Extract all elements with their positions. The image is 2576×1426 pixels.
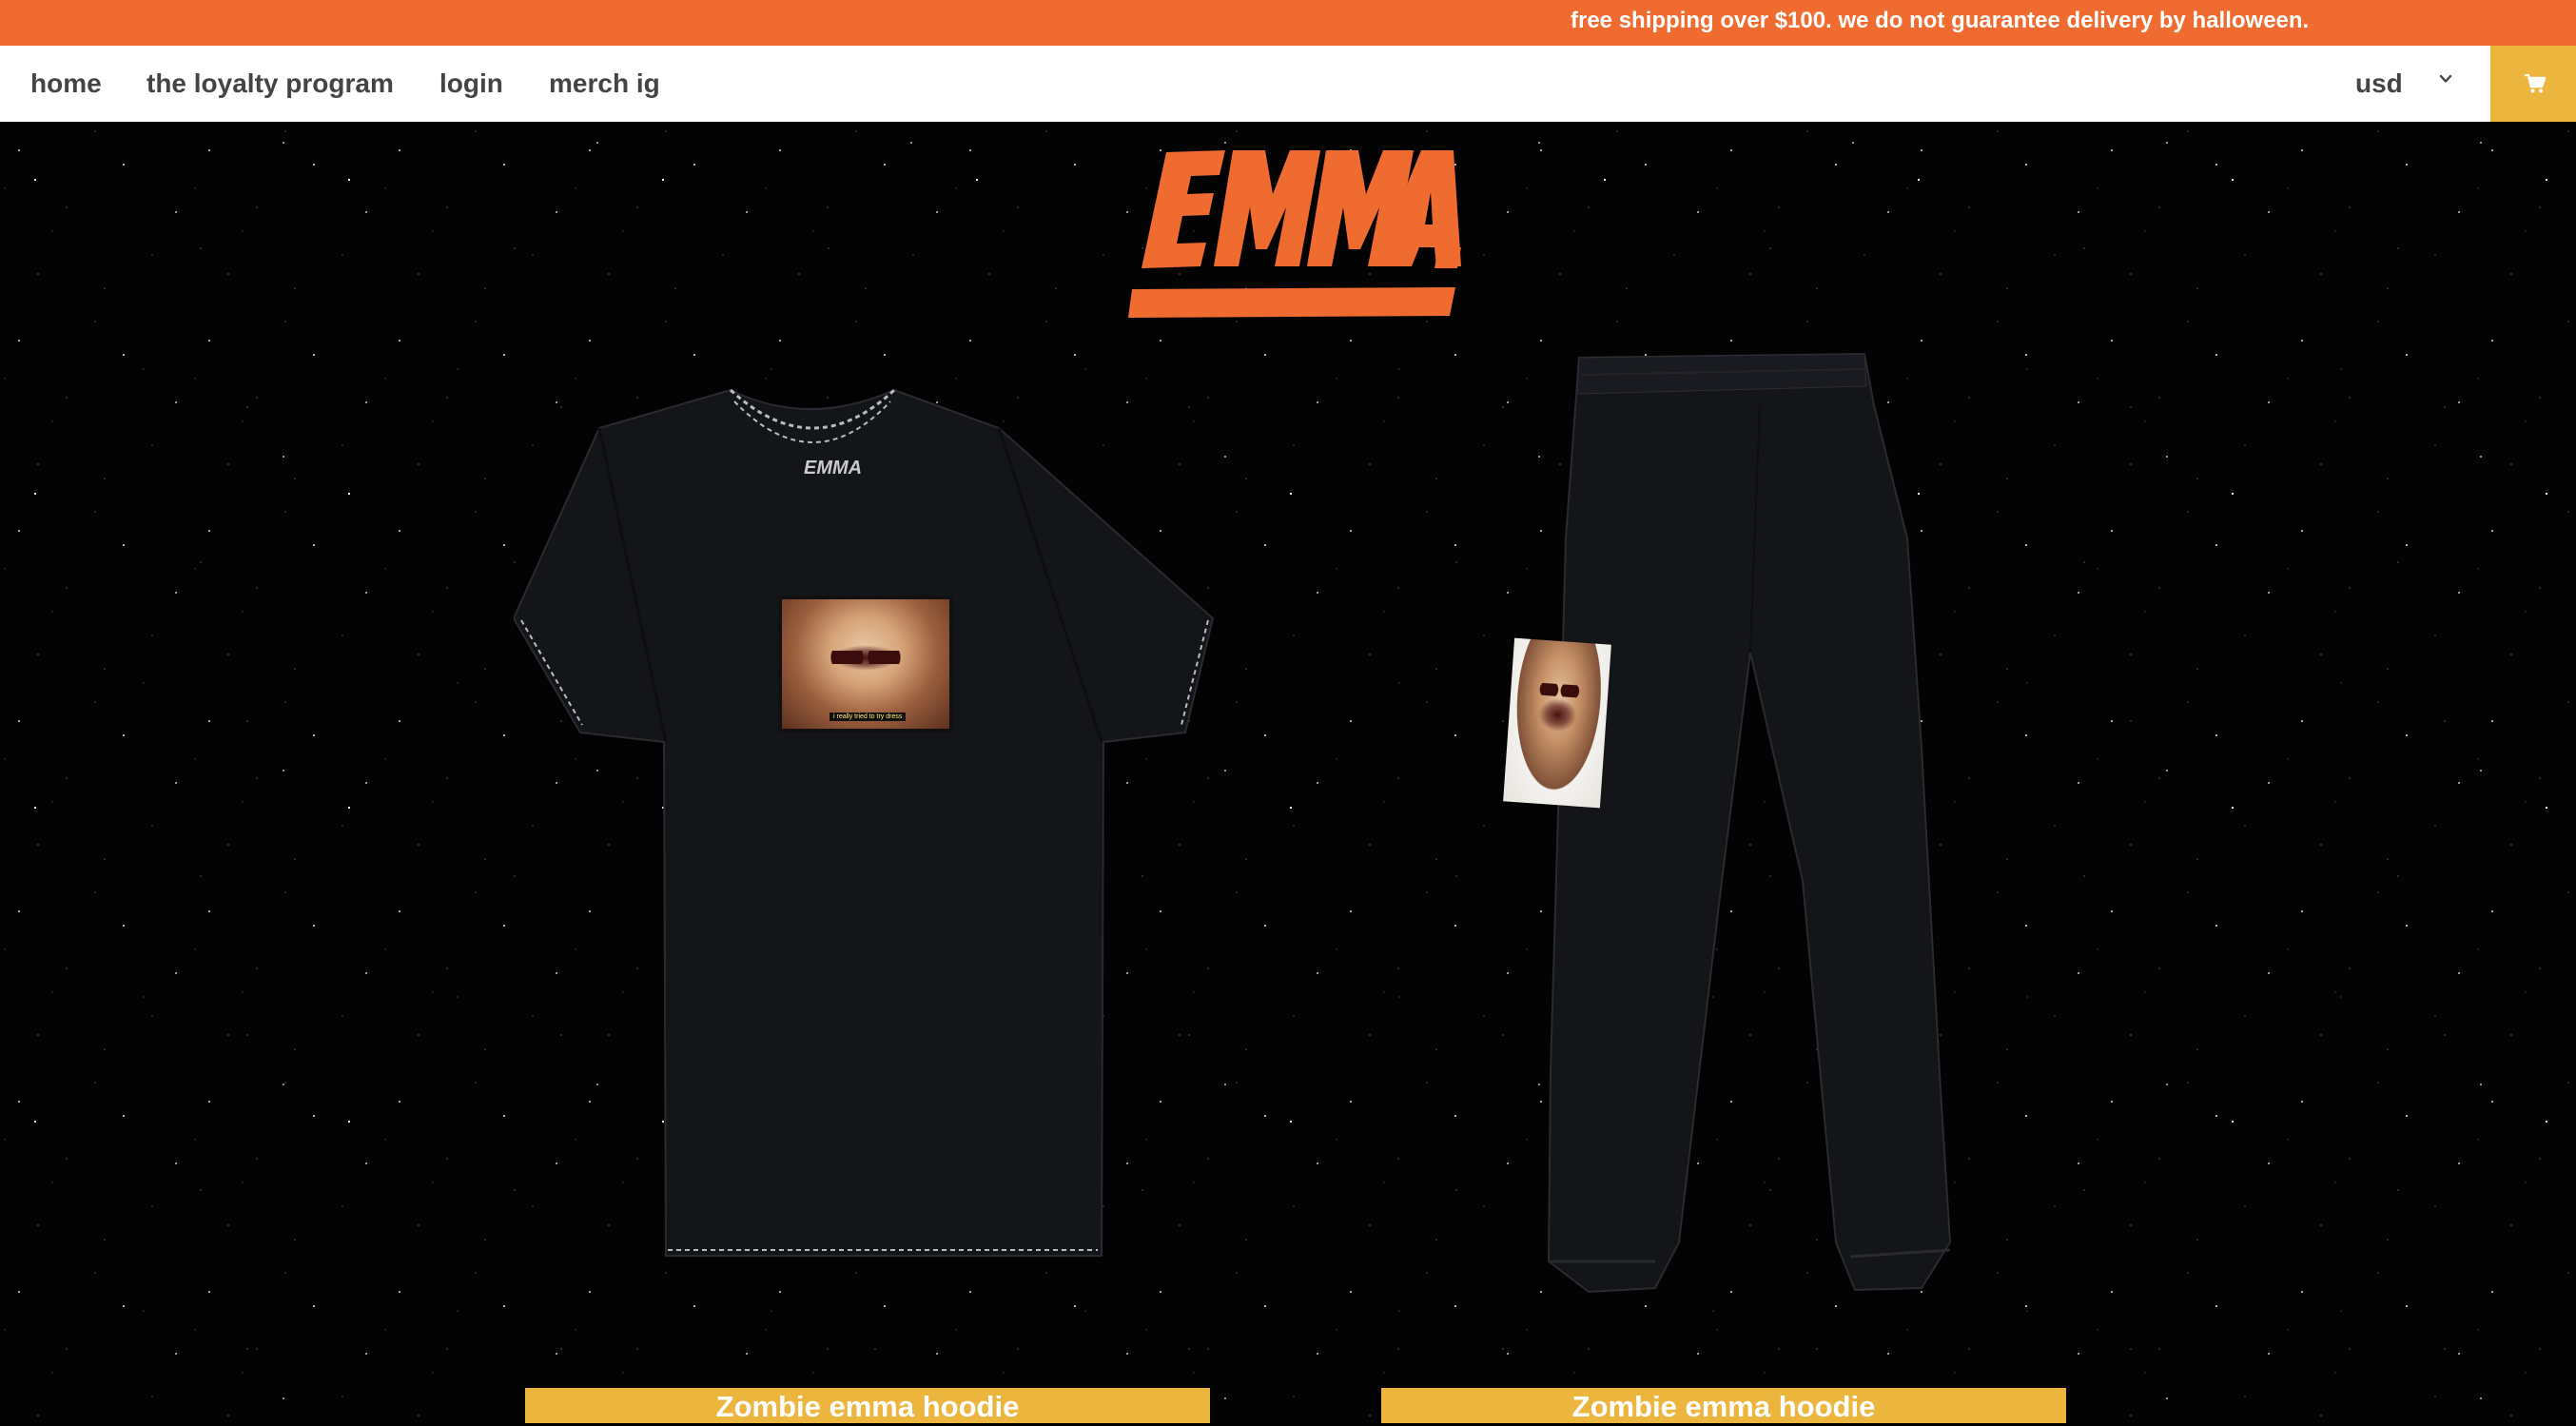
- tshirt-print-photo: i really tried to try dress: [778, 596, 953, 733]
- product-button-1[interactable]: Zombie emma hoodie: [525, 1388, 1210, 1423]
- emma-logo[interactable]: [1122, 145, 1465, 320]
- sweatpants-print-photo: [1503, 637, 1611, 809]
- product-button-2[interactable]: Zombie emma hoodie: [1381, 1388, 2066, 1423]
- announcement-text: free shipping over $100. we do not guara…: [1571, 8, 2310, 33]
- cart-button[interactable]: [2490, 46, 2576, 122]
- nav-merch-ig[interactable]: merch ig: [549, 46, 660, 122]
- top-nav: home the loyalty program login merch ig …: [0, 46, 2576, 122]
- currency-select[interactable]: usd: [2336, 46, 2452, 122]
- nav-loyalty-program[interactable]: the loyalty program: [146, 46, 394, 122]
- chevron-down-icon: [2439, 74, 2452, 83]
- cart-icon: [2525, 74, 2546, 93]
- currency-value: usd: [2355, 68, 2403, 98]
- nav-home[interactable]: home: [30, 46, 102, 122]
- tshirt-print-caption: i really tried to try dress: [829, 713, 907, 721]
- announcement-bar: free shipping over $100. we do not guara…: [0, 0, 2576, 46]
- svg-text:EMMA: EMMA: [804, 458, 862, 479]
- product-image-sweatpants[interactable]: [1474, 348, 1988, 1299]
- nav-login[interactable]: login: [439, 46, 503, 122]
- product-image-tshirt[interactable]: EMMA: [514, 371, 1218, 1275]
